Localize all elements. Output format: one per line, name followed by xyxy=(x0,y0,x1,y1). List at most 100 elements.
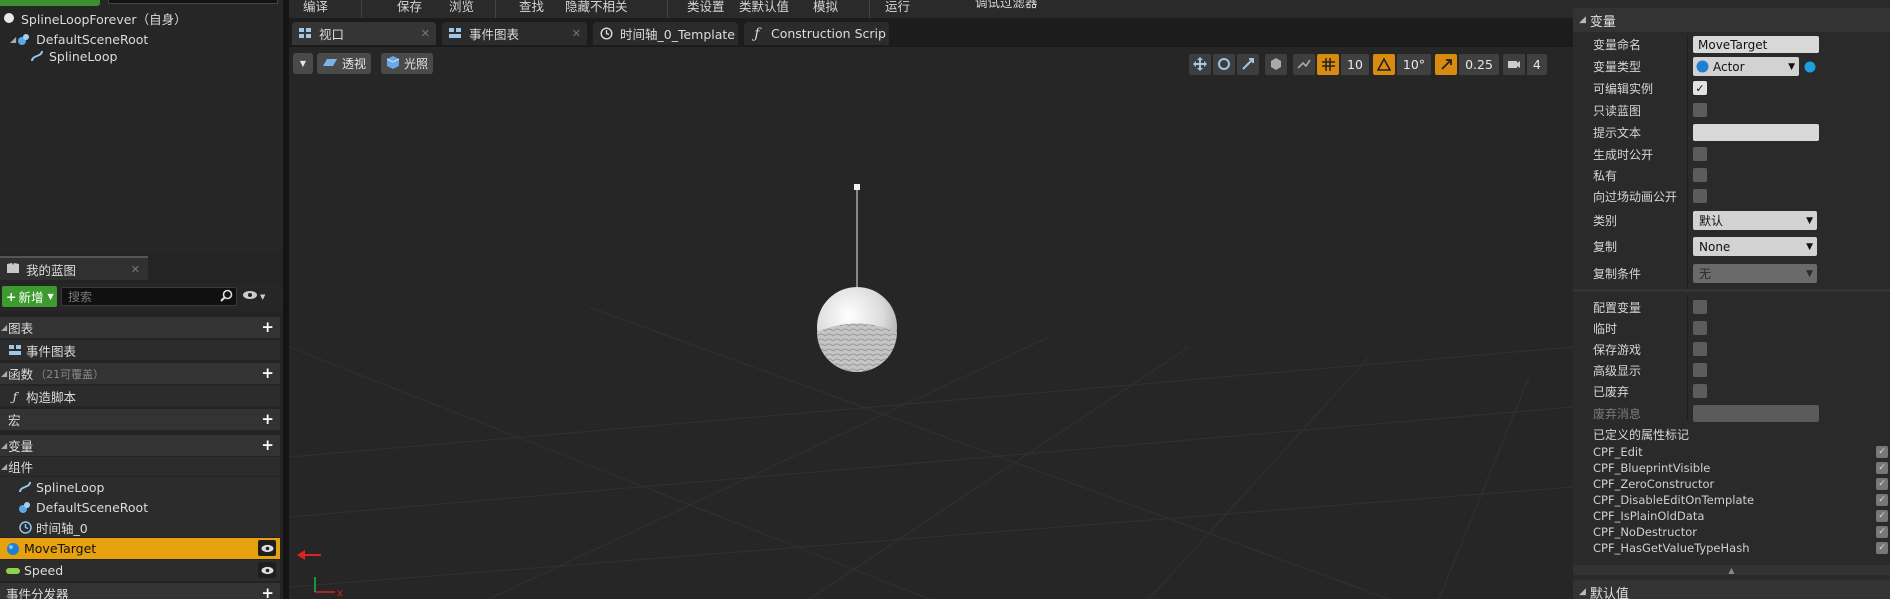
new-button-label: 新增 xyxy=(18,290,44,305)
scale-snap-icon[interactable] xyxy=(1435,53,1458,75)
deprecated-checkbox[interactable] xyxy=(1693,384,1707,398)
variable-item-speed[interactable]: Speed xyxy=(0,560,280,581)
save-game-checkbox[interactable] xyxy=(1693,342,1707,356)
grid-snap-icon[interactable] xyxy=(1317,53,1339,75)
transient-checkbox[interactable] xyxy=(1693,321,1707,335)
tab-construction-script[interactable]: ƒ Construction Scrip xyxy=(744,22,889,45)
surface-snap-icon[interactable] xyxy=(1293,53,1315,75)
close-icon[interactable]: ✕ xyxy=(421,27,430,40)
components-search[interactable] xyxy=(108,0,278,4)
category-macros[interactable]: 宏 + xyxy=(0,409,280,430)
spline-icon xyxy=(18,480,32,494)
viewport-options-dropdown[interactable]: ▼ xyxy=(293,53,313,74)
category-value: 默认 xyxy=(1699,214,1724,228)
label-deprecation-msg: 废弃消息 xyxy=(1593,406,1642,421)
category-dropdown[interactable]: 默认 ▼ xyxy=(1693,211,1817,230)
find-button[interactable]: 查找 xyxy=(519,0,544,14)
var-name-input[interactable]: MoveTarget xyxy=(1693,36,1819,53)
variable-item-defaultsceneroot[interactable]: DefaultSceneRoot xyxy=(0,497,280,517)
lit-button[interactable]: 光照 xyxy=(381,53,434,74)
close-icon[interactable]: ✕ xyxy=(131,263,140,276)
component-label: SplineLoop xyxy=(49,48,118,64)
private-checkbox[interactable] xyxy=(1693,168,1707,182)
add-function-icon[interactable]: + xyxy=(261,364,274,382)
category-functions[interactable]: ◢ 函数 （21可覆盖） + xyxy=(0,363,280,384)
expose-spawn-checkbox[interactable] xyxy=(1693,147,1707,161)
rotation-snap-icon[interactable] xyxy=(1372,53,1395,75)
label-bp-readonly: 只读蓝图 xyxy=(1593,103,1642,118)
tab-event-graph[interactable]: 事件图表 ✕ xyxy=(442,22,587,45)
config-var-checkbox[interactable] xyxy=(1693,300,1707,314)
sphere-mesh[interactable] xyxy=(817,287,897,372)
world-space-icon[interactable] xyxy=(1265,53,1287,75)
simulate-button[interactable]: 模拟 xyxy=(813,0,838,14)
rotate-icon[interactable] xyxy=(1213,53,1235,75)
variable-item-movetarget[interactable]: MoveTarget xyxy=(0,538,280,559)
rotation-snap-value[interactable]: 10° xyxy=(1396,53,1432,75)
expand-triangle-icon[interactable]: ◢ xyxy=(10,35,16,44)
bp-readonly-checkbox[interactable] xyxy=(1693,103,1707,117)
components-group[interactable]: ◢ 组件 xyxy=(0,457,280,476)
section-variable-header[interactable]: ◢ 变量 xyxy=(1573,8,1890,32)
var-type-dropdown[interactable]: Actor ▼ xyxy=(1693,57,1799,76)
book-icon xyxy=(6,262,20,277)
viewport-scene: x xyxy=(289,184,1573,599)
flag-checkbox: ✓ xyxy=(1876,494,1888,506)
tab-viewport[interactable]: 视口 ✕ xyxy=(292,22,436,45)
hide-unrelated-button[interactable]: 隐藏不相关 xyxy=(565,0,628,14)
label-category: 类别 xyxy=(1593,213,1618,228)
add-graph-icon[interactable]: + xyxy=(261,318,274,336)
tab-timeline[interactable]: 时间轴_0_Template xyxy=(593,22,738,45)
view-options-dropdown[interactable]: ▼ xyxy=(242,290,265,303)
scale-snap-value[interactable]: 0.25 xyxy=(1459,53,1499,75)
perspective-button[interactable]: 透视 xyxy=(317,53,372,74)
expand-triangle-icon: ◢ xyxy=(1,369,8,378)
instance-editable-checkbox[interactable]: ✓ xyxy=(1693,81,1707,95)
spline-point[interactable] xyxy=(854,184,860,190)
add-dispatcher-icon[interactable]: + xyxy=(261,584,274,599)
compile-button[interactable]: 编译 xyxy=(303,0,328,14)
flag-checkbox: ✓ xyxy=(1876,446,1888,458)
eye-icon[interactable] xyxy=(258,540,276,556)
debug-filter-label[interactable]: 调试过滤器 xyxy=(975,0,1038,10)
component-root-item[interactable]: SplineLoopForever（自身） xyxy=(2,8,187,28)
chevron-down-icon: ▼ xyxy=(47,292,54,301)
replication-dropdown[interactable]: None ▼ xyxy=(1693,237,1817,256)
tooltip-input[interactable] xyxy=(1693,124,1819,141)
scale-icon[interactable] xyxy=(1237,53,1259,75)
section-default-value-header[interactable]: ◢ 默认值 xyxy=(1573,580,1890,599)
add-macro-icon[interactable]: + xyxy=(261,410,274,428)
variable-item-splineloop[interactable]: SplineLoop xyxy=(0,477,280,497)
variable-label: Speed xyxy=(24,563,64,578)
translate-icon[interactable] xyxy=(1189,53,1211,75)
label-var-name: 变量命名 xyxy=(1593,37,1642,52)
tab-my-blueprint[interactable]: 我的蓝图 ✕ xyxy=(0,256,148,280)
save-button[interactable]: 保存 xyxy=(397,0,422,14)
browse-button[interactable]: 浏览 xyxy=(449,0,474,14)
add-component-button[interactable] xyxy=(0,0,100,6)
advanced-display-checkbox[interactable] xyxy=(1693,363,1707,377)
new-button[interactable]: + 新增 ▼ xyxy=(2,286,57,307)
expose-cinematics-checkbox[interactable] xyxy=(1693,189,1707,203)
collapse-advanced-button[interactable]: ▲ xyxy=(1573,565,1890,575)
category-graphs[interactable]: ◢ 图表 + xyxy=(0,317,280,338)
container-type-icon[interactable] xyxy=(1804,61,1816,76)
camera-speed-value[interactable]: 4 xyxy=(1526,53,1547,75)
component-item-splineloop[interactable]: SplineLoop xyxy=(30,46,117,66)
construction-script-item[interactable]: ƒ 构造脚本 xyxy=(0,386,280,406)
variable-item-timeline[interactable]: 时间轴_0 xyxy=(0,517,280,537)
camera-speed-icon[interactable] xyxy=(1502,53,1525,75)
category-event-dispatchers[interactable]: 事件分发器 + xyxy=(0,583,280,599)
search-input[interactable]: 搜索 xyxy=(61,287,237,306)
grid-snap-value[interactable]: 10 xyxy=(1341,53,1369,75)
event-graph-item[interactable]: 事件图表 xyxy=(0,340,280,360)
class-defaults-button[interactable]: 类默认值 xyxy=(739,0,789,14)
viewport-3d[interactable]: x ▼ 透视 光照 10 10° 0.25 4 xyxy=(289,47,1573,599)
run-button[interactable]: 运行 xyxy=(885,0,910,14)
add-variable-icon[interactable]: + xyxy=(261,436,274,454)
class-settings-button[interactable]: 类设置 xyxy=(687,0,725,14)
eye-icon[interactable] xyxy=(258,562,276,578)
chevron-down-icon: ▼ xyxy=(1788,61,1795,72)
close-icon[interactable]: ✕ xyxy=(572,27,581,40)
category-variables[interactable]: ◢ 变量 + xyxy=(0,435,280,456)
